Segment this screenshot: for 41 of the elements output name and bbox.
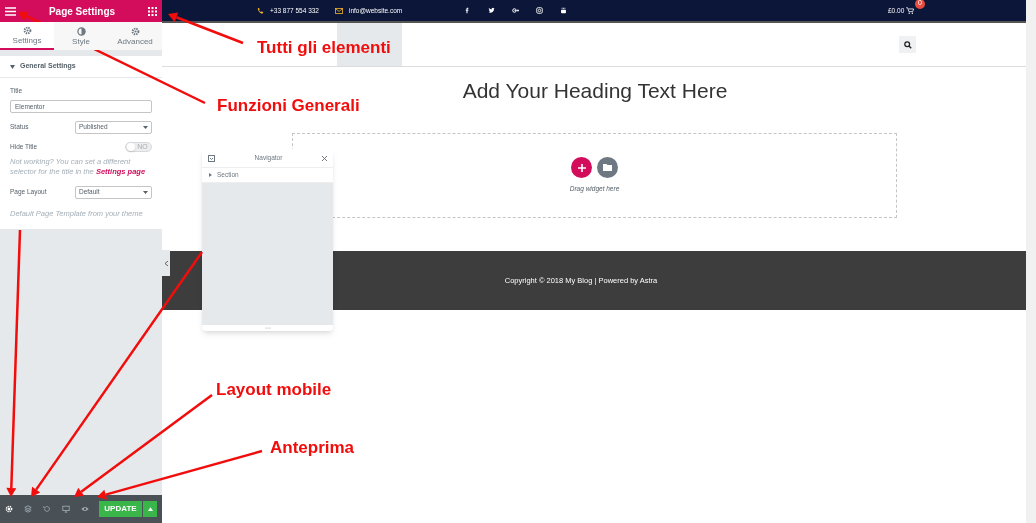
- plus-icon: [577, 163, 586, 172]
- gear-icon: [22, 25, 32, 35]
- grid-icon[interactable]: [148, 6, 157, 16]
- annotation-label: Tutti gli elementi: [257, 39, 391, 57]
- caret-up-button[interactable]: [143, 501, 157, 517]
- add-section-button[interactable]: [571, 157, 592, 179]
- twitter-icon[interactable]: [488, 7, 495, 14]
- contrast-icon: [76, 26, 86, 36]
- collapse-icon[interactable]: [208, 154, 215, 162]
- menu-icon[interactable]: [5, 6, 16, 16]
- search-button[interactable]: [899, 36, 916, 53]
- gear-icon: [130, 26, 140, 36]
- settings-icon[interactable]: [5, 505, 13, 513]
- panel-tab[interactable]: Style: [54, 22, 108, 50]
- scrollbar[interactable]: [1026, 0, 1036, 523]
- cart-icon[interactable]: [906, 7, 915, 14]
- dropdown-caret-icon[interactable]: [143, 125, 148, 129]
- eye-icon[interactable]: [81, 505, 89, 513]
- template-library-button[interactable]: [597, 157, 618, 179]
- facebook-icon[interactable]: [464, 7, 471, 14]
- caret-right-icon: [209, 173, 212, 177]
- dropdown-caret-icon[interactable]: [143, 190, 148, 194]
- annotation-label: Funzioni Generali: [217, 97, 360, 115]
- envelope-icon: [335, 7, 343, 14]
- instagram-icon[interactable]: [536, 7, 543, 14]
- desktop-icon[interactable]: [62, 505, 70, 513]
- collapse-panel-button[interactable]: [162, 250, 170, 276]
- panel-tab[interactable]: Advanced: [108, 22, 162, 50]
- search-icon: [903, 40, 912, 49]
- chevron-left-icon: [164, 260, 168, 266]
- panel-tab[interactable]: Settings: [0, 22, 54, 50]
- caret-up-icon: [147, 507, 153, 511]
- annotation-label: Layout mobile: [216, 381, 332, 399]
- annotation-label: Anteprima: [270, 439, 355, 457]
- page-heading[interactable]: Add Your Heading Text Here: [462, 78, 728, 104]
- caret-icon[interactable]: [10, 64, 15, 69]
- youtube-icon[interactable]: [560, 7, 567, 14]
- close-icon[interactable]: [322, 155, 327, 161]
- phone-icon: [257, 7, 264, 14]
- folder-icon: [603, 164, 612, 172]
- panel-title: Page Settings: [48, 4, 116, 19]
